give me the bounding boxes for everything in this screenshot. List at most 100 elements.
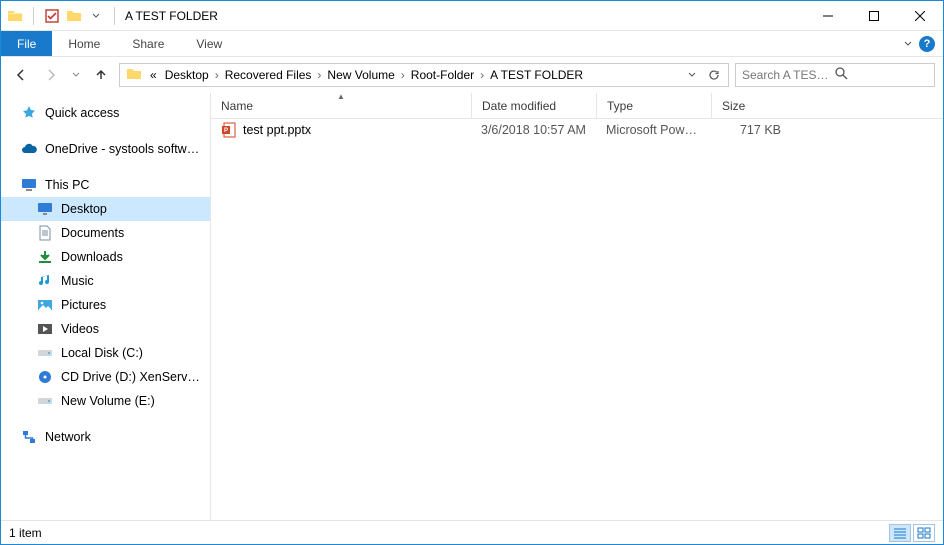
navigation-pane: Quick access OneDrive - systools softwar…	[1, 93, 211, 520]
breadcrumb[interactable]: Desktop	[161, 68, 213, 82]
sidebar-item-label: Desktop	[61, 202, 107, 216]
file-date: 3/6/2018 10:57 AM	[471, 123, 596, 137]
statusbar: 1 item	[1, 520, 943, 544]
sidebar-item-label: CD Drive (D:) XenServer Tools	[61, 370, 204, 384]
column-label: Type	[607, 99, 633, 113]
back-button[interactable]	[9, 63, 33, 87]
titlebar: A TEST FOLDER	[1, 1, 943, 31]
address-bar[interactable]: « Desktop › Recovered Files › New Volume…	[119, 63, 729, 87]
sidebar-item-label: Pictures	[61, 298, 106, 312]
sidebar-item-pictures[interactable]: Pictures	[1, 293, 210, 317]
drive-icon	[37, 393, 53, 409]
large-icons-view-button[interactable]	[913, 524, 935, 542]
refresh-button[interactable]	[704, 65, 724, 85]
search-input[interactable]: Search A TEST FOLDER	[735, 63, 935, 87]
minimize-button[interactable]	[805, 1, 851, 31]
pictures-icon	[37, 297, 53, 313]
column-label: Size	[722, 99, 745, 113]
chevron-right-icon[interactable]: ›	[399, 68, 407, 82]
sort-asc-icon: ▲	[337, 92, 345, 101]
sidebar-item-label: Downloads	[61, 250, 123, 264]
desktop-icon	[37, 201, 53, 217]
cloud-icon	[21, 141, 37, 157]
sidebar-item-music[interactable]: Music	[1, 269, 210, 293]
close-button[interactable]	[897, 1, 943, 31]
sidebar-item-label: New Volume (E:)	[61, 394, 155, 408]
file-type: Microsoft PowerP...	[596, 123, 711, 137]
sidebar-item-videos[interactable]: Videos	[1, 317, 210, 341]
column-header-type[interactable]: Type	[596, 93, 711, 118]
content-pane: ▲ Name Date modified Type Size P test pp…	[211, 93, 943, 520]
folder-icon	[126, 66, 142, 85]
sidebar-item-documents[interactable]: Documents	[1, 221, 210, 245]
file-size: 717 KB	[711, 123, 791, 137]
main-area: Quick access OneDrive - systools softwar…	[1, 93, 943, 520]
maximize-button[interactable]	[851, 1, 897, 31]
details-view-button[interactable]	[889, 524, 911, 542]
breadcrumb[interactable]: New Volume	[323, 68, 398, 82]
sidebar-item-cd-drive-d[interactable]: CD Drive (D:) XenServer Tools	[1, 365, 210, 389]
columns-header: ▲ Name Date modified Type Size	[211, 93, 943, 119]
sidebar-item-label: OneDrive - systools software	[45, 142, 204, 156]
chevron-down-icon[interactable]	[903, 35, 913, 53]
chevron-right-icon[interactable]: ›	[315, 68, 323, 82]
sidebar-item-downloads[interactable]: Downloads	[1, 245, 210, 269]
sidebar-item-new-volume-e[interactable]: New Volume (E:)	[1, 389, 210, 413]
help-icon[interactable]: ?	[919, 36, 935, 52]
status-text: 1 item	[9, 526, 42, 540]
window-title: A TEST FOLDER	[125, 9, 218, 23]
file-row[interactable]: P test ppt.pptx 3/6/2018 10:57 AM Micros…	[211, 119, 943, 141]
videos-icon	[37, 321, 53, 337]
sidebar-item-label: Documents	[61, 226, 124, 240]
column-label: Name	[221, 99, 253, 113]
chevron-right-icon[interactable]: ›	[478, 68, 486, 82]
sidebar-item-label: Network	[45, 430, 91, 444]
quick-access-toolbar	[1, 7, 119, 25]
column-header-date[interactable]: Date modified	[471, 93, 596, 118]
documents-icon	[37, 225, 53, 241]
sidebar-item-label: Quick access	[45, 106, 119, 120]
breadcrumb[interactable]: A TEST FOLDER	[486, 68, 587, 82]
sidebar-item-desktop[interactable]: Desktop	[1, 197, 210, 221]
breadcrumb-prefix[interactable]: «	[146, 68, 161, 82]
tab-view[interactable]: View	[180, 31, 238, 56]
sidebar-item-label: Music	[61, 274, 94, 288]
search-icon	[835, 67, 928, 83]
sidebar-item-label: Videos	[61, 322, 99, 336]
sidebar-item-onedrive[interactable]: OneDrive - systools software	[1, 137, 210, 161]
downloads-icon	[37, 249, 53, 265]
pc-icon	[21, 177, 37, 193]
forward-button[interactable]	[39, 63, 63, 87]
column-label: Date modified	[482, 99, 556, 113]
window-controls	[805, 1, 943, 31]
tab-share[interactable]: Share	[116, 31, 180, 56]
breadcrumb[interactable]: Recovered Files	[221, 68, 316, 82]
column-header-name[interactable]: ▲ Name	[211, 93, 471, 118]
drive-icon	[37, 345, 53, 361]
search-placeholder: Search A TEST FOLDER	[742, 68, 835, 82]
music-icon	[37, 273, 53, 289]
chevron-down-icon[interactable]	[88, 8, 104, 24]
previous-locations-button[interactable]	[682, 65, 702, 85]
network-icon	[21, 429, 37, 445]
properties-icon[interactable]	[44, 8, 60, 24]
sidebar-item-network[interactable]: Network	[1, 425, 210, 449]
file-name: test ppt.pptx	[243, 123, 311, 137]
star-icon	[21, 105, 37, 121]
sidebar-item-this-pc[interactable]: This PC	[1, 173, 210, 197]
sidebar-item-label: Local Disk (C:)	[61, 346, 143, 360]
chevron-right-icon[interactable]: ›	[213, 68, 221, 82]
file-tab[interactable]: File	[1, 31, 52, 56]
column-header-size[interactable]: Size	[711, 93, 791, 118]
ribbon: File Home Share View ?	[1, 31, 943, 57]
tab-home[interactable]: Home	[52, 31, 116, 56]
svg-text:P: P	[224, 128, 228, 134]
sidebar-item-quick-access[interactable]: Quick access	[1, 101, 210, 125]
breadcrumb[interactable]: Root-Folder	[407, 68, 478, 82]
sidebar-item-label: This PC	[45, 178, 89, 192]
sidebar-item-local-disk-c[interactable]: Local Disk (C:)	[1, 341, 210, 365]
separator	[114, 7, 115, 25]
recent-locations-button[interactable]	[69, 63, 83, 87]
folder-icon[interactable]	[66, 8, 82, 24]
up-button[interactable]	[89, 63, 113, 87]
